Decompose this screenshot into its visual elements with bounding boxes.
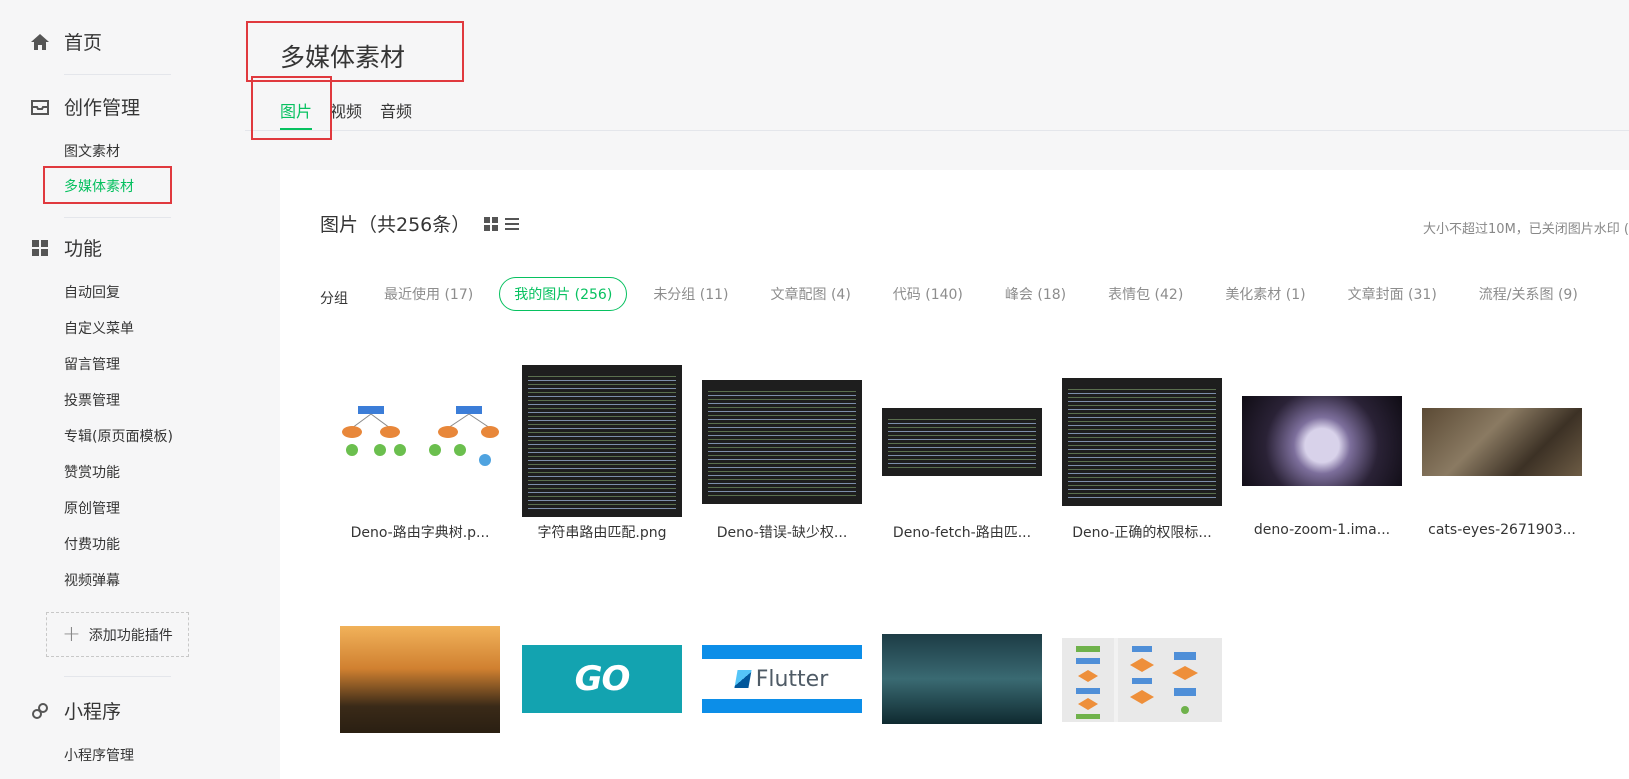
panel-title: 图片（共256条） xyxy=(320,210,520,237)
sidebar-item-votes[interactable]: 投票管理 xyxy=(64,390,120,410)
nav-miniprogram[interactable]: 小程序 xyxy=(30,697,121,724)
image-caption: cats-eyes-2671903... xyxy=(1428,522,1576,538)
divider xyxy=(64,74,171,75)
sidebar-item-albums[interactable]: 专辑(原页面模板) xyxy=(64,426,173,446)
image-thumbnail[interactable] xyxy=(340,400,500,470)
flutter-logo-icon xyxy=(734,670,752,688)
image-thumbnail[interactable] xyxy=(522,365,682,517)
nav-creation-label: 创作管理 xyxy=(64,97,141,119)
image-thumbnail[interactable]: GO xyxy=(522,645,682,713)
image-thumbnail[interactable] xyxy=(340,626,500,733)
highlight-box-title xyxy=(246,21,464,82)
sidebar-item-miniprogram-manage[interactable]: 小程序管理 xyxy=(64,745,134,765)
group-my-images[interactable]: 我的图片 (256) xyxy=(499,277,628,311)
image-panel: 图片（共256条） 大小不超过10M，已关闭图片水印 ( 分组 最近使用 (17… xyxy=(280,170,1629,779)
group-label: 分组 xyxy=(320,291,348,307)
divider xyxy=(64,217,171,218)
go-logo-text: GO xyxy=(574,659,631,699)
sidebar: 首页 创作管理 图文素材 多媒体素材 功能 自动回复 自定义菜单 留言管理 投票… xyxy=(0,0,245,779)
add-plugin-label: 添加功能插件 xyxy=(88,627,173,644)
highlight-box-media xyxy=(43,166,172,204)
upload-hint: 大小不超过10M，已关闭图片水印 ( xyxy=(1423,222,1629,237)
sidebar-item-comments[interactable]: 留言管理 xyxy=(64,354,120,374)
image-thumbnail[interactable] xyxy=(1062,638,1222,722)
image-caption: deno-zoom-1.ima... xyxy=(1253,522,1391,538)
sidebar-item-paid[interactable]: 付费功能 xyxy=(64,534,120,554)
image-thumbnail[interactable] xyxy=(882,634,1042,724)
divider xyxy=(64,676,171,677)
nav-home-label: 首页 xyxy=(64,32,103,54)
image-caption: Deno-错误-缺少权... xyxy=(716,525,848,541)
tab-videos[interactable]: 视频 xyxy=(330,98,362,122)
panel-title-text: 图片（共256条） xyxy=(320,214,471,236)
group-flowcharts[interactable]: 流程/关系图 (9) xyxy=(1479,284,1578,304)
view-toggle xyxy=(484,216,520,231)
image-thumbnail[interactable] xyxy=(1422,408,1582,476)
group-emoji[interactable]: 表情包 (42) xyxy=(1108,284,1183,304)
group-recent[interactable]: 最近使用 (17) xyxy=(384,284,473,304)
image-thumbnail[interactable]: Flutter xyxy=(702,645,862,713)
highlight-box-tab xyxy=(251,76,332,140)
group-beautify[interactable]: 美化素材 (1) xyxy=(1225,284,1305,304)
sidebar-item-danmaku[interactable]: 视频弹幕 xyxy=(64,570,120,590)
nav-features-label: 功能 xyxy=(64,238,103,260)
header-divider xyxy=(245,130,1629,131)
list-view-icon[interactable] xyxy=(505,217,520,230)
group-article-images[interactable]: 文章配图 (4) xyxy=(771,284,851,304)
image-caption: 字符串路由匹配.png xyxy=(537,525,667,541)
group-code[interactable]: 代码 (140) xyxy=(893,284,963,304)
group-covers[interactable]: 文章封面 (31) xyxy=(1348,284,1437,304)
image-thumbnail[interactable] xyxy=(882,408,1042,476)
group-filter: 分组 最近使用 (17) 我的图片 (256) 未分组 (11) 文章配图 (4… xyxy=(320,277,1620,311)
home-icon xyxy=(30,32,50,52)
sidebar-item-original[interactable]: 原创管理 xyxy=(64,498,120,518)
sidebar-item-reward[interactable]: 赞赏功能 xyxy=(64,462,120,482)
plus-icon: + xyxy=(62,622,81,647)
tab-audio[interactable]: 音频 xyxy=(380,98,412,122)
link-icon xyxy=(30,701,50,721)
inbox-icon xyxy=(30,97,50,117)
nav-home[interactable]: 首页 xyxy=(30,28,102,55)
grid-icon xyxy=(30,238,50,258)
sidebar-item-articles[interactable]: 图文素材 xyxy=(64,141,120,161)
image-thumbnail[interactable] xyxy=(1062,378,1222,506)
sidebar-item-auto-reply[interactable]: 自动回复 xyxy=(64,282,120,302)
nav-miniprogram-label: 小程序 xyxy=(64,701,122,723)
group-summit[interactable]: 峰会 (18) xyxy=(1005,284,1066,304)
sidebar-item-custom-menu[interactable]: 自定义菜单 xyxy=(64,318,134,338)
nav-features[interactable]: 功能 xyxy=(30,234,102,261)
image-thumbnail[interactable] xyxy=(1242,396,1402,486)
image-caption: Deno-正确的权限标... xyxy=(1072,525,1212,541)
grid-view-icon[interactable] xyxy=(484,216,499,231)
add-plugin-button[interactable]: + 添加功能插件 xyxy=(46,612,189,657)
image-caption: Deno-路由字典树.p... xyxy=(350,525,490,541)
image-caption: Deno-fetch-路由匹... xyxy=(892,525,1032,541)
image-thumbnail[interactable] xyxy=(702,380,862,504)
group-ungrouped[interactable]: 未分组 (11) xyxy=(653,284,728,304)
flutter-logo-text: Flutter xyxy=(755,666,829,692)
nav-creation[interactable]: 创作管理 xyxy=(30,93,140,120)
